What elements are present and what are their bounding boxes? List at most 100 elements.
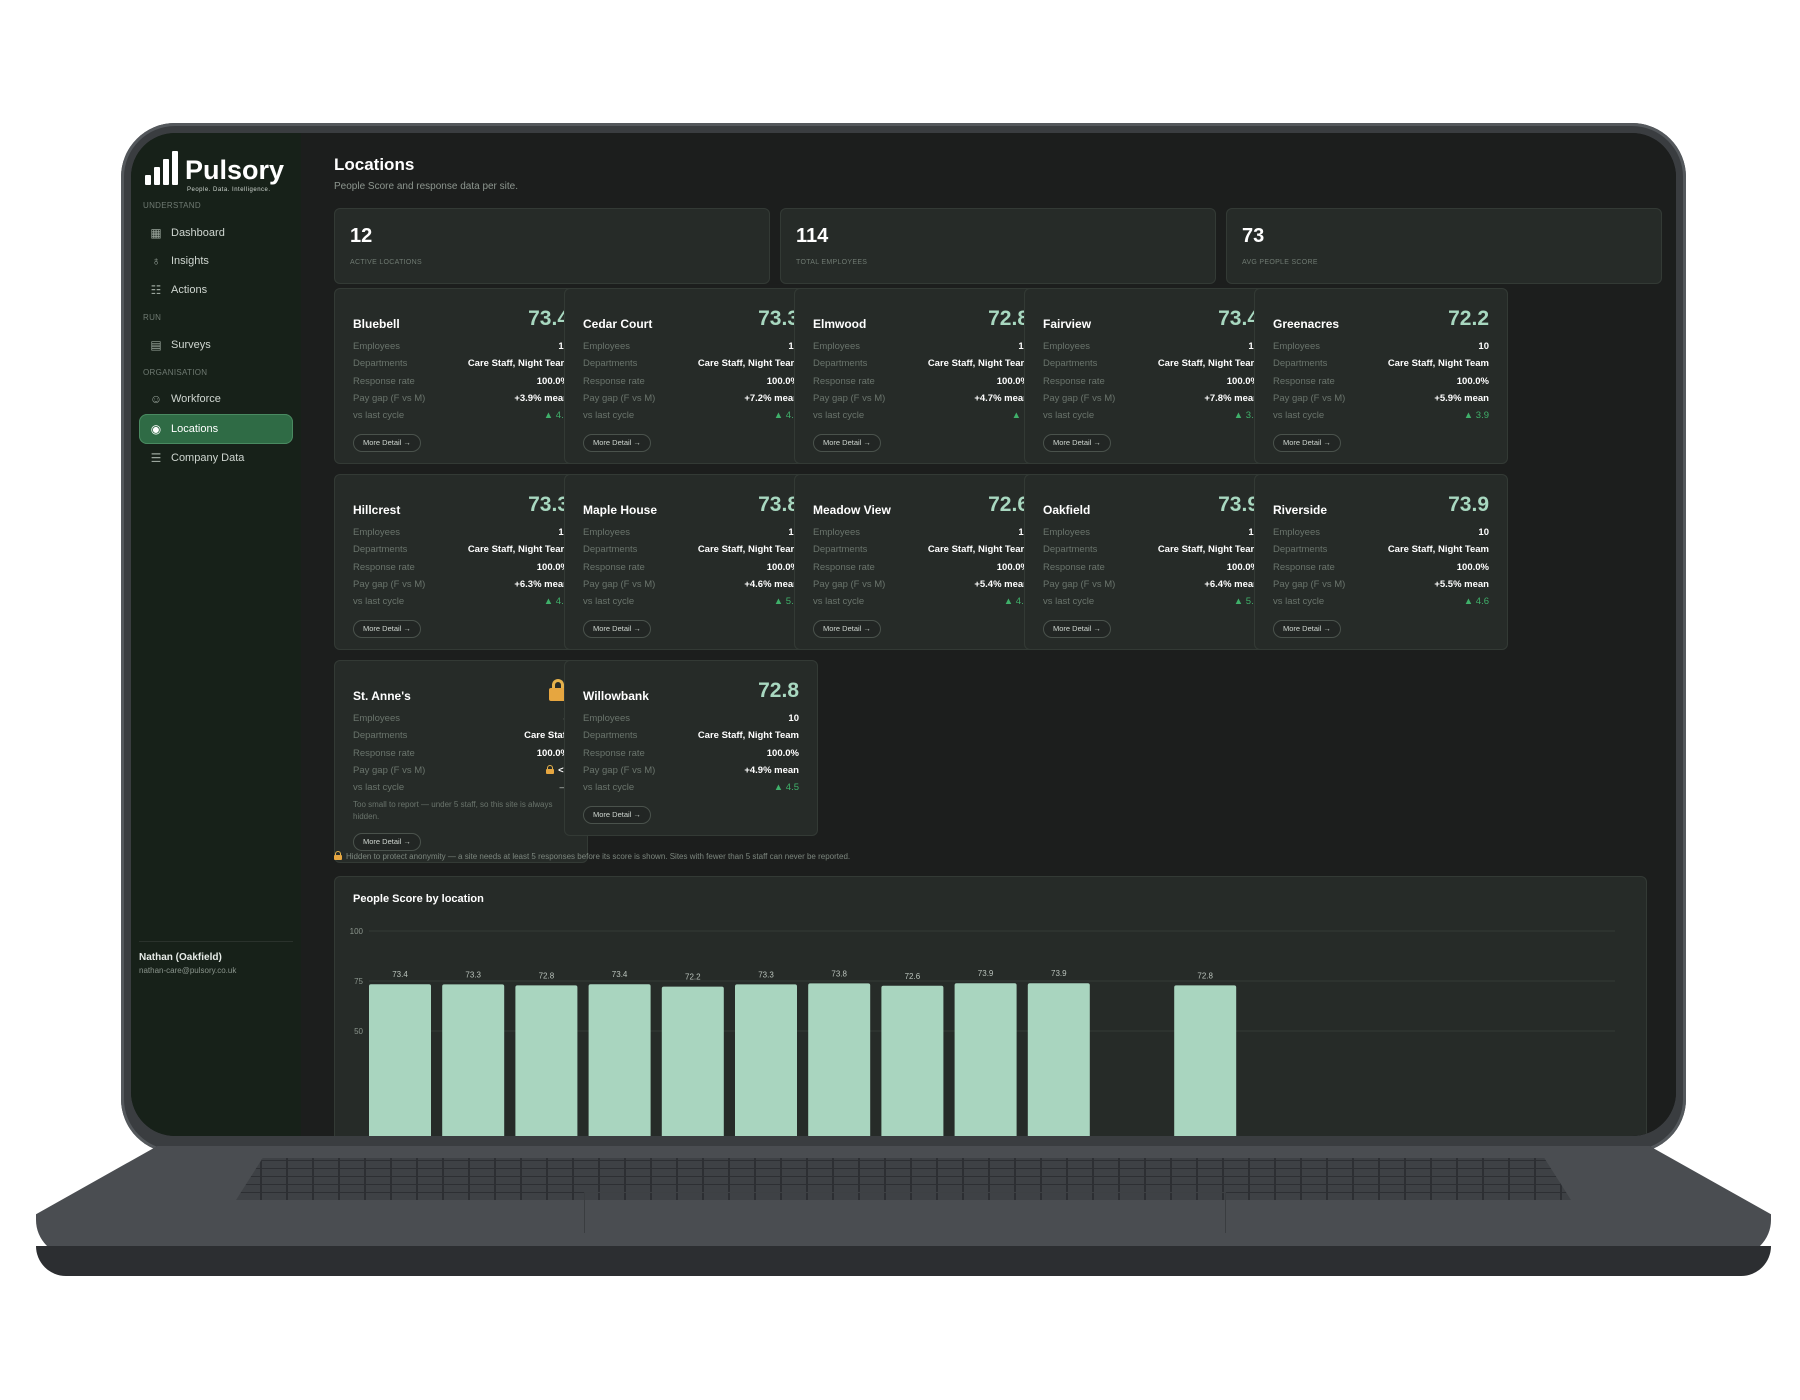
small-site-note: Too small to report — under 5 staff, so …	[353, 800, 553, 821]
row-label: vs last cycle	[583, 782, 635, 794]
row-value-text: +4.7% mean	[974, 392, 1029, 404]
row-label: Departments	[813, 358, 868, 370]
checklist-icon: ☷	[150, 283, 162, 297]
bar-value-label: 73.9	[1051, 969, 1067, 978]
more-detail-button[interactable]: More Detail →	[353, 434, 421, 452]
row-value: 100.0%	[1457, 376, 1489, 387]
more-detail-button[interactable]: More Detail →	[583, 434, 651, 452]
pay-gap-row: Pay gap (F vs M) +5.5% mean	[1273, 579, 1489, 593]
location-card: Oakfield 73.9 Employees10 Departments Care S…	[1024, 474, 1278, 650]
brand-logo[interactable]: Pulsory People. Data. Intelligence.	[141, 147, 284, 193]
departments-row: Departments Care Staff	[353, 730, 569, 744]
sidebar-item-dashboard[interactable]: ▦ Dashboard	[139, 218, 293, 248]
bar	[588, 984, 651, 1136]
more-detail-button[interactable]: More Detail →	[353, 620, 421, 638]
sidebar-item-workforce[interactable]: ☺ Workforce	[139, 384, 293, 414]
row-value-text: ▲ 4.5	[773, 782, 799, 794]
bar-value-label: 73.8	[831, 969, 847, 978]
sidebar-item-locations[interactable]: ◉ Locations	[139, 414, 293, 444]
sidebar: Pulsory People. Data. Intelligence. UNDE…	[131, 133, 301, 1136]
row-value: Care Staff, Night Team	[928, 358, 1029, 369]
more-detail-button[interactable]: More Detail →	[353, 833, 421, 851]
row-value: ▲ 3.9	[1464, 410, 1489, 421]
pay-gap-row: Pay gap (F vs M) +7.2% mean	[583, 393, 799, 407]
row-value-text: +6.4% mean	[1204, 578, 1259, 590]
location-card: Bluebell 73.4 Employees10 Departments Care S…	[334, 288, 588, 464]
pay-gap-row: Pay gap (F vs M) +5.4% mean	[813, 579, 1029, 593]
location-card: Maple House 73.8 Employees10 Departments Car…	[564, 474, 818, 650]
logo-bars-icon	[141, 147, 183, 185]
row-label: Departments	[1043, 544, 1098, 556]
row-label: Employees	[583, 527, 630, 538]
row-label: vs last cycle	[1273, 410, 1325, 422]
people-score-chart: People Score by location 100 75 50 73.4 73.3…	[334, 876, 1647, 1136]
vs-last-cycle-row: vs last cycle ▲ 4.7	[813, 596, 1029, 610]
more-detail-button[interactable]: More Detail →	[1273, 434, 1341, 452]
pay-gap-row: Pay gap (F vs M)<5	[353, 764, 569, 779]
departments-row: Departments Care Staff, Night Team	[353, 544, 569, 558]
location-card: St. Anne's Employees4 Departments Care Staf…	[334, 660, 588, 863]
bar	[442, 984, 505, 1136]
nav-section-label: RUN	[143, 313, 162, 322]
response-rate-row: Response rate 100.0%	[1273, 562, 1489, 576]
bar-value-label: 73.4	[612, 970, 628, 979]
row-label: vs last cycle	[583, 410, 635, 422]
row-label: Employees	[353, 527, 400, 538]
more-detail-button[interactable]: More Detail →	[1273, 620, 1341, 638]
laptop-base	[36, 1146, 1771, 1276]
sidebar-item-insights[interactable]: ♁ Insights	[139, 246, 293, 276]
sidebar-item-company-data[interactable]: ☰ Company Data	[139, 443, 293, 473]
response-rate-row: Response rate 100.0%	[353, 376, 569, 390]
location-score: 73.9	[1218, 493, 1259, 516]
pay-gap-row: Pay gap (F vs M) +5.9% mean	[1273, 393, 1489, 407]
row-label: vs last cycle	[353, 596, 405, 608]
location-name: Maple House	[583, 503, 658, 517]
row-label: Response rate	[583, 375, 645, 387]
row-value-text: +4.9% mean	[744, 764, 799, 776]
database-icon: ☰	[150, 451, 162, 465]
bar	[369, 984, 431, 1136]
location-name: Bluebell	[353, 317, 400, 331]
y-tick-label: 100	[350, 927, 364, 936]
more-detail-button[interactable]: More Detail →	[813, 434, 881, 452]
departments-row: Departments Care Staff, Night Team	[583, 358, 799, 372]
location-card: Cedar Court 73.3 Employees10 Departments Car…	[564, 288, 818, 464]
employees-row: Employees4	[353, 713, 569, 727]
row-label: Response rate	[813, 561, 875, 573]
page-subtitle: People Score and response data per site.	[334, 181, 519, 192]
more-detail-button[interactable]: More Detail →	[583, 806, 651, 824]
row-label: vs last cycle	[813, 410, 865, 422]
row-label: Employees	[353, 341, 400, 352]
more-detail-button[interactable]: More Detail →	[1043, 434, 1111, 452]
user-profile[interactable]: Nathan (Oakfield) nathan-care@pulsory.co…	[139, 941, 293, 975]
anonymity-note: Hidden to protect anonymity — a site nee…	[334, 851, 850, 861]
location-name: Oakfield	[1043, 503, 1091, 517]
sidebar-item-surveys[interactable]: ▤ Surveys	[139, 330, 293, 360]
location-score: 72.8	[988, 307, 1029, 330]
employees-row: Employees10	[1273, 341, 1489, 355]
row-value-text: +5.9% mean	[1434, 392, 1489, 404]
departments-row: Departments Care Staff, Night Team	[583, 730, 799, 744]
more-detail-button[interactable]: More Detail →	[813, 620, 881, 638]
more-detail-button[interactable]: More Detail →	[583, 620, 651, 638]
bar	[515, 985, 578, 1136]
location-card: Hillcrest 73.3 Employees10 Departments Care …	[334, 474, 588, 650]
location-score: 72.6	[988, 493, 1029, 516]
departments-row: Departments Care Staff, Night Team	[1043, 358, 1259, 372]
row-value: Care Staff, Night Team	[1388, 544, 1489, 555]
row-label: Employees	[1043, 527, 1090, 538]
vs-last-cycle-row: vs last cycle ▲ 4.1	[353, 410, 569, 424]
row-value: Care Staff, Night Team	[698, 544, 799, 555]
sidebar-item-actions[interactable]: ☷ Actions	[139, 275, 293, 305]
departments-row: Departments Care Staff, Night Team	[813, 544, 1029, 558]
more-detail-button[interactable]: More Detail →	[1043, 620, 1111, 638]
row-label: Employees	[583, 341, 630, 352]
lock-icon	[334, 851, 342, 860]
row-value: +4.7% mean	[974, 393, 1029, 404]
row-label: Employees	[353, 713, 400, 724]
vs-last-cycle-row: vs last cycle ▲ 5.2	[1043, 596, 1259, 610]
employees-row: Employees10	[583, 341, 799, 355]
row-label: Pay gap (F vs M)	[1273, 578, 1346, 590]
row-value: Care Staff	[524, 730, 569, 741]
stat-value: 12	[350, 225, 373, 247]
